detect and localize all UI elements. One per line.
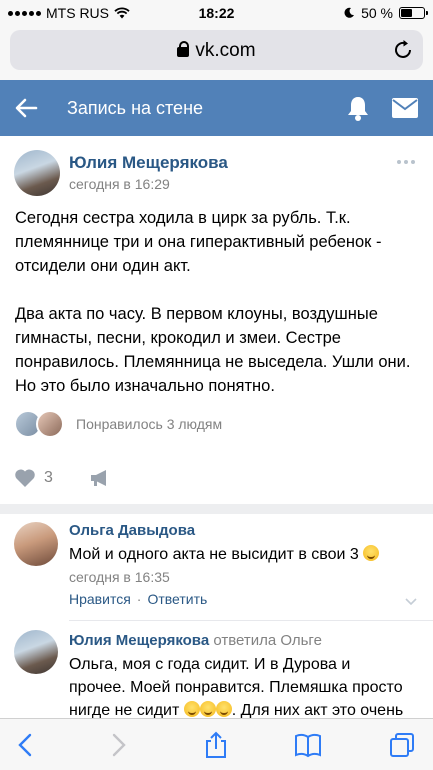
browser-bottom-bar	[0, 718, 433, 770]
share-icon[interactable]	[202, 731, 230, 759]
post-author-name[interactable]: Юлия Мещерякова	[69, 153, 228, 173]
comment-text: Ольга, моя с года сидит. И в Дурова и пр…	[69, 653, 424, 722]
address-text: vk.com	[10, 40, 423, 62]
likers-row[interactable]: Понравилось 3 людям	[14, 408, 222, 440]
comment-author[interactable]: Ольга Давыдова	[69, 522, 195, 539]
more-options-icon[interactable]	[397, 160, 415, 164]
bell-icon[interactable]	[345, 94, 371, 122]
lock-icon	[177, 41, 190, 57]
back-icon[interactable]	[12, 731, 40, 759]
address-bar[interactable]: vk.com	[10, 30, 423, 70]
heart-icon[interactable]	[14, 468, 36, 488]
post-text: Сегодня сестра ходила в цирк за рубль. Т…	[15, 209, 411, 395]
comment-author[interactable]: Юлия Мещерякова ответила Ольге	[69, 632, 322, 649]
status-right: 50 %	[343, 5, 428, 21]
tabs-icon[interactable]	[388, 731, 416, 759]
grin-emoji-icon	[363, 545, 380, 561]
forward-icon[interactable]	[104, 731, 132, 759]
battery-fill	[401, 9, 412, 17]
comment-avatar[interactable]	[14, 630, 58, 674]
post-actions: 3	[14, 468, 111, 488]
browser-toolbar: vk.com	[0, 26, 433, 80]
rofl-emoji-icon	[215, 701, 232, 717]
rofl-emoji-icon	[199, 701, 216, 717]
like-count: 3	[44, 469, 53, 486]
header-title: Запись на стене	[67, 98, 204, 118]
section-divider	[0, 504, 433, 514]
comment-separator	[69, 620, 433, 621]
battery-percent: 50 %	[361, 5, 393, 21]
chevron-down-icon[interactable]	[405, 595, 417, 607]
likes-summary: Понравилось 3 людям	[76, 416, 223, 432]
rofl-emoji-icon	[183, 701, 200, 717]
domain-label: vk.com	[195, 40, 256, 61]
mail-icon[interactable]	[391, 96, 419, 120]
reload-icon[interactable]	[391, 38, 415, 62]
comment-line: прочее. Моей понравится. Племяшка просто	[69, 679, 403, 696]
comment-actions: Нравится · Ответить	[69, 591, 208, 607]
bookmarks-icon[interactable]	[294, 731, 322, 759]
liker-avatar	[36, 410, 64, 438]
comment-timestamp: сегодня в 16:35	[69, 569, 170, 585]
comment-avatar[interactable]	[14, 522, 58, 566]
post-author-avatar[interactable]	[14, 150, 60, 196]
comment-like-link[interactable]: Нравится	[69, 591, 131, 607]
comment-reply-link[interactable]: Ответить	[147, 591, 207, 607]
share-megaphone-icon[interactable]	[89, 468, 111, 488]
battery-icon	[399, 7, 428, 19]
reply-to-label[interactable]: ответила Ольге	[213, 632, 322, 649]
back-arrow-icon[interactable]	[12, 94, 40, 122]
comment-line: Ольга, моя с года сидит. И в Дурова и	[69, 656, 351, 673]
comment-text: Мой и одного акта не высидит в свои 3	[69, 543, 380, 566]
moon-icon	[344, 7, 355, 18]
status-bar: MTS RUS 18:22 50 %	[0, 0, 433, 26]
post-timestamp[interactable]: сегодня в 16:29	[69, 176, 170, 192]
app-header: Запись на стене	[0, 80, 433, 136]
